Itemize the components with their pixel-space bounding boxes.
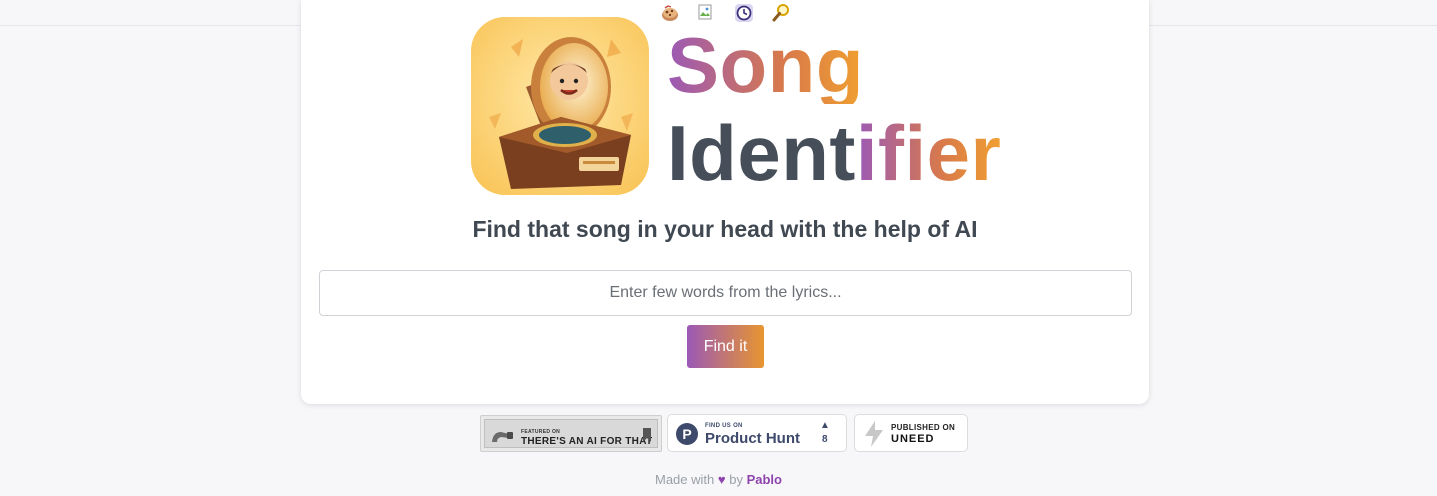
- lightning-icon: [865, 421, 883, 447]
- title-part-dark: Ident: [667, 109, 856, 197]
- footer-by: by: [729, 472, 743, 487]
- gramophone-logo: [471, 17, 649, 195]
- ph-name: Product Hunt: [705, 430, 800, 447]
- product-hunt-badge[interactable]: P FIND US ON Product Hunt ▲ 8: [667, 414, 847, 452]
- lyrics-search-input[interactable]: [319, 270, 1132, 316]
- uneed-name: UNEED: [891, 433, 935, 445]
- broken-image-icon[interactable]: [697, 3, 717, 23]
- aift-badge-inner: FEATURED ON THERE'S AN AI FOR THAT: [484, 419, 658, 448]
- footer-made-with: Made with: [655, 472, 715, 487]
- cookie-icon[interactable]: [660, 3, 680, 23]
- ph-vote-count: 8: [822, 434, 828, 445]
- find-it-button[interactable]: Find it: [687, 325, 764, 368]
- footer: Made with ♥ by Pablo: [0, 472, 1437, 487]
- ph-find-us-on: FIND US ON: [705, 423, 743, 429]
- clock-icon[interactable]: [734, 3, 754, 23]
- product-hunt-logo-icon: P: [676, 423, 698, 445]
- aift-featured-on: FEATURED ON: [521, 429, 561, 435]
- heart-icon: ♥: [717, 472, 726, 487]
- author-link[interactable]: Pablo: [747, 472, 782, 487]
- magnifier-icon[interactable]: [771, 3, 791, 23]
- title-word-song: Song: [667, 21, 864, 109]
- upvote-arrow-icon: ▲: [820, 420, 830, 431]
- bookmark-icon: [643, 428, 651, 442]
- title-part-colored: ifier: [855, 109, 1002, 197]
- tagline: Find that song in your head with the hel…: [472, 216, 978, 242]
- aift-name: THERE'S AN AI FOR THAT: [521, 436, 653, 447]
- badge-row: FEATURED ON THERE'S AN AI FOR THAT P FIN…: [0, 414, 1437, 452]
- robot-arm-icon: [492, 432, 513, 442]
- uneed-badge[interactable]: PUBLISHED ON UNEED: [854, 414, 968, 452]
- theres-an-ai-for-that-badge[interactable]: FEATURED ON THERE'S AN AI FOR THAT: [480, 415, 662, 452]
- title-word-identifier: Identifier: [667, 114, 1001, 192]
- uneed-published-on: PUBLISHED ON: [891, 423, 956, 432]
